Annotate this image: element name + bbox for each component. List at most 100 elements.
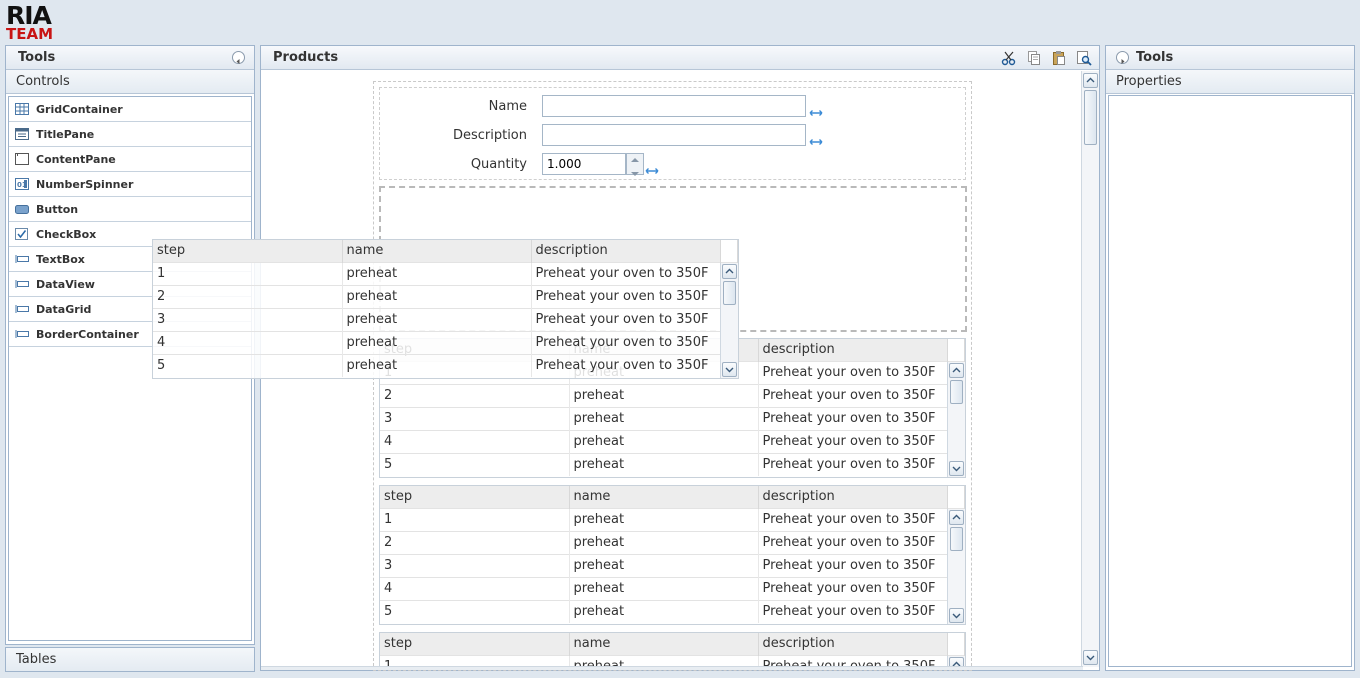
cell-description: Preheat your oven to 350F xyxy=(758,406,948,430)
controls-section-header[interactable]: Controls xyxy=(6,70,254,94)
description-input[interactable] xyxy=(542,124,806,146)
scroll-down-icon[interactable] xyxy=(949,461,964,476)
table-row[interactable]: 3 preheat Preheat your oven to 350F xyxy=(380,553,965,577)
column-header-description[interactable]: description xyxy=(758,486,948,508)
button-icon xyxy=(15,205,29,214)
left-panel-title: Tools xyxy=(18,50,56,65)
copy-icon[interactable] xyxy=(1026,50,1042,66)
control-grid-container[interactable]: GridContainer xyxy=(9,97,251,122)
products-panel-header: Products xyxy=(261,46,1099,70)
column-header-name[interactable]: name xyxy=(569,633,759,655)
control-number-spinner[interactable]: 01 NumberSpinner xyxy=(9,172,251,197)
scroll-thumb[interactable] xyxy=(1084,90,1097,145)
cut-icon[interactable] xyxy=(1001,50,1017,66)
table-row[interactable]: 5 preheat Preheat your oven to 350F xyxy=(380,452,965,476)
cell-name: preheat xyxy=(342,330,532,354)
scroll-up-icon[interactable] xyxy=(949,363,964,378)
column-header-description[interactable]: description xyxy=(531,240,721,262)
column-header-step[interactable]: step xyxy=(153,240,343,262)
cell-name: preheat xyxy=(342,261,532,285)
control-label: GridContainer xyxy=(36,102,123,116)
cell-name: preheat xyxy=(569,507,759,531)
expand-right-icon[interactable] xyxy=(1116,51,1129,64)
scroll-thumb[interactable] xyxy=(950,380,963,404)
products-panel-scrollbar[interactable] xyxy=(1081,71,1099,667)
cell-name: preheat xyxy=(569,553,759,577)
control-label: BorderContainer xyxy=(36,327,139,341)
quantity-spinner-buttons[interactable] xyxy=(626,153,644,176)
table-row[interactable]: 1preheatPreheat your oven to 350F xyxy=(153,261,738,285)
form-container: Name Description Quantity xyxy=(379,87,966,180)
dragged-grid-ghost[interactable]: step name description 1 preheat Preheat your… xyxy=(152,239,739,379)
table-row[interactable]: 1preheatPreheat your oven to 350F xyxy=(380,507,965,531)
control-content-pane[interactable]: ContentPane xyxy=(9,147,251,172)
table-row[interactable]: 3 preheat Preheat your oven to 350F xyxy=(380,406,965,430)
cell-description: Preheat your oven to 350F xyxy=(531,353,721,377)
quantity-label: Quantity xyxy=(470,157,527,172)
table-row[interactable]: 5 preheat Preheat your oven to 350F xyxy=(380,599,965,623)
quantity-binding-icon[interactable] xyxy=(645,167,659,175)
data-grid-2[interactable]: step name description 1 preheat Preheat your… xyxy=(379,485,966,625)
table-row[interactable]: 4 preheat Preheat your oven to 350F xyxy=(380,429,965,453)
control-button[interactable]: Button xyxy=(9,197,251,222)
scroll-thumb[interactable] xyxy=(723,281,736,305)
header-spacer xyxy=(947,339,965,361)
control-label: DataGrid xyxy=(36,302,92,316)
scroll-up-icon[interactable] xyxy=(722,264,737,279)
table-row[interactable]: 4 preheat Preheat your oven to 350F xyxy=(380,576,965,600)
properties-section-header[interactable]: Properties xyxy=(1106,70,1354,94)
scroll-down-icon[interactable] xyxy=(949,608,964,623)
properties-section-label: Properties xyxy=(1116,74,1182,89)
scroll-down-icon[interactable] xyxy=(722,362,737,377)
cell-description: Preheat your oven to 350F xyxy=(758,383,948,407)
grid-2-scrollbar[interactable] xyxy=(947,509,965,624)
spinner-down-icon[interactable] xyxy=(627,169,643,179)
column-header-name[interactable]: name xyxy=(569,486,759,508)
control-title-pane[interactable]: TitlePane xyxy=(9,122,251,147)
control-label: TextBox xyxy=(36,252,85,266)
column-header-description[interactable]: description xyxy=(758,339,948,361)
grid-icon xyxy=(15,103,29,115)
cell-name: preheat xyxy=(569,599,759,623)
cell-description: Preheat your oven to 350F xyxy=(758,452,948,476)
cell-name: preheat xyxy=(569,452,759,476)
grid-header-row: stepnamedescription xyxy=(380,633,965,655)
scroll-thumb[interactable] xyxy=(950,527,963,551)
preview-icon[interactable] xyxy=(1076,50,1092,66)
description-binding-icon[interactable] xyxy=(809,138,823,146)
table-row[interactable]: 4 preheat Preheat your oven to 350F xyxy=(153,330,738,354)
right-panel-header: Tools xyxy=(1106,46,1354,70)
column-header-description[interactable]: description xyxy=(758,633,948,655)
name-input[interactable] xyxy=(542,95,806,117)
ghost-grid-scrollbar[interactable] xyxy=(720,263,738,378)
quantity-spinner-input[interactable] xyxy=(542,153,626,175)
properties-body xyxy=(1108,95,1352,667)
scroll-up-icon[interactable] xyxy=(949,510,964,525)
control-label: ContentPane xyxy=(36,152,116,166)
textbox-icon xyxy=(15,305,29,313)
right-panel-title: Tools xyxy=(1136,50,1174,65)
controls-section-label: Controls xyxy=(16,74,70,89)
collapse-left-icon[interactable] xyxy=(232,51,245,64)
column-header-step[interactable]: step xyxy=(380,633,570,655)
horizontal-scroll-strip[interactable] xyxy=(261,666,1083,670)
table-row[interactable]: 2 preheat Preheat your oven to 350F xyxy=(380,383,965,407)
contentpane-icon xyxy=(15,153,29,165)
table-row[interactable]: 2 preheat Preheat your oven to 350F xyxy=(153,284,738,308)
grid-1-scrollbar[interactable] xyxy=(947,362,965,477)
cell-step: 3 xyxy=(153,307,343,331)
scroll-down-icon[interactable] xyxy=(1083,650,1098,665)
grid-header-row: stepnamedescription xyxy=(380,486,965,508)
scroll-up-icon[interactable] xyxy=(1083,73,1098,88)
tables-section-header[interactable]: Tables xyxy=(5,647,255,672)
name-binding-icon[interactable] xyxy=(809,109,823,117)
column-header-step[interactable]: step xyxy=(380,486,570,508)
table-row[interactable]: 5 preheat Preheat your oven to 350F xyxy=(153,353,738,377)
spinner-up-icon[interactable] xyxy=(627,155,643,165)
header-spacer xyxy=(720,240,738,262)
column-header-name[interactable]: name xyxy=(342,240,532,262)
table-row[interactable]: 3 preheat Preheat your oven to 350F xyxy=(153,307,738,331)
paste-icon[interactable] xyxy=(1051,50,1067,66)
data-grid-3[interactable]: step name description 1 preheat Preheat your… xyxy=(379,632,966,670)
table-row[interactable]: 2 preheat Preheat your oven to 350F xyxy=(380,530,965,554)
